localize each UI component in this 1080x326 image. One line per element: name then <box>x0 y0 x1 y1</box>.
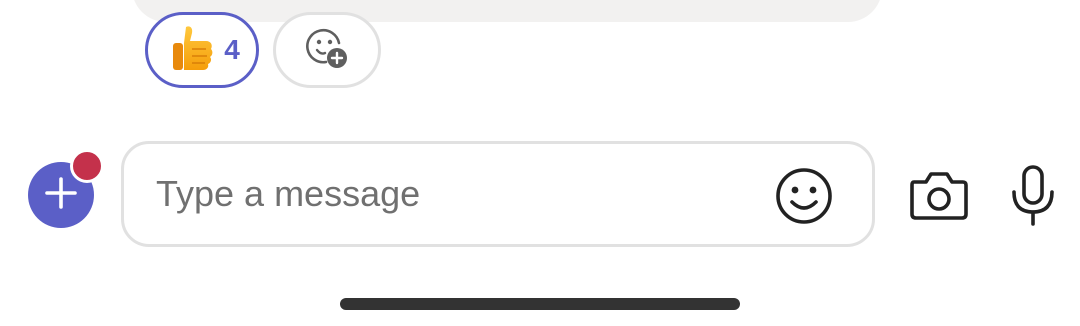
microphone-icon <box>1008 165 1058 232</box>
like-count: 4 <box>224 34 240 65</box>
reaction-row: 4 <box>145 12 381 88</box>
camera-icon <box>908 172 970 226</box>
plus-icon <box>44 176 78 215</box>
chat-screen: 4 Type a message <box>0 0 1080 326</box>
camera-button[interactable] <box>908 168 970 222</box>
smiley-icon <box>774 168 834 230</box>
add-reaction-icon <box>306 27 348 74</box>
message-placeholder: Type a message <box>156 173 421 214</box>
notification-dot <box>70 149 104 183</box>
emoji-button[interactable] <box>774 166 834 226</box>
message-input[interactable]: Type a message <box>121 141 875 247</box>
home-indicator[interactable] <box>340 298 740 310</box>
message-composer: Type a message <box>0 140 1080 248</box>
thumbs-up-icon <box>170 23 214 78</box>
add-reaction-button[interactable] <box>273 12 381 88</box>
microphone-button[interactable] <box>1008 164 1058 228</box>
like-reaction-button[interactable]: 4 <box>145 12 259 88</box>
